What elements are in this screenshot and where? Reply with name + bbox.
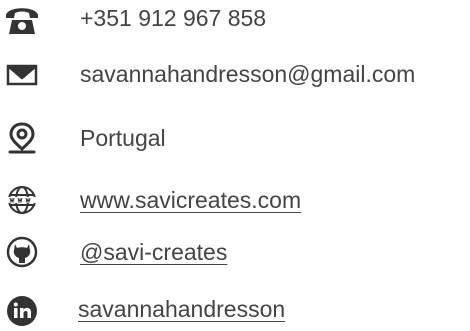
map-pin-icon [4, 122, 40, 154]
email-address[interactable]: savannahandresson@gmail.com [80, 61, 415, 88]
contact-list: +351 912 967 858 savannahandresson@gmail… [0, 0, 470, 327]
contact-item-linkedin[interactable]: savannahandresson [0, 291, 470, 331]
github-link[interactable]: @savi-creates [80, 239, 227, 266]
contact-item-github[interactable]: @savi-creates [0, 232, 470, 272]
linkedin-icon [4, 295, 40, 327]
envelope-icon [4, 58, 40, 90]
linkedin-link[interactable]: savannahandresson [78, 296, 285, 323]
contact-item-website[interactable]: www.savicreates.com [0, 180, 470, 220]
website-link[interactable]: www.savicreates.com [80, 187, 301, 214]
globe-www-icon [4, 184, 40, 216]
phone-number: +351 912 967 858 [80, 5, 267, 31]
github-icon [4, 236, 40, 268]
contact-item-email[interactable]: savannahandresson@gmail.com [0, 54, 470, 94]
telephone-icon [4, 4, 40, 36]
contact-item-location: Portugal [0, 118, 470, 158]
contact-item-phone: +351 912 967 858 [0, 0, 470, 40]
location-text: Portugal [80, 125, 166, 151]
